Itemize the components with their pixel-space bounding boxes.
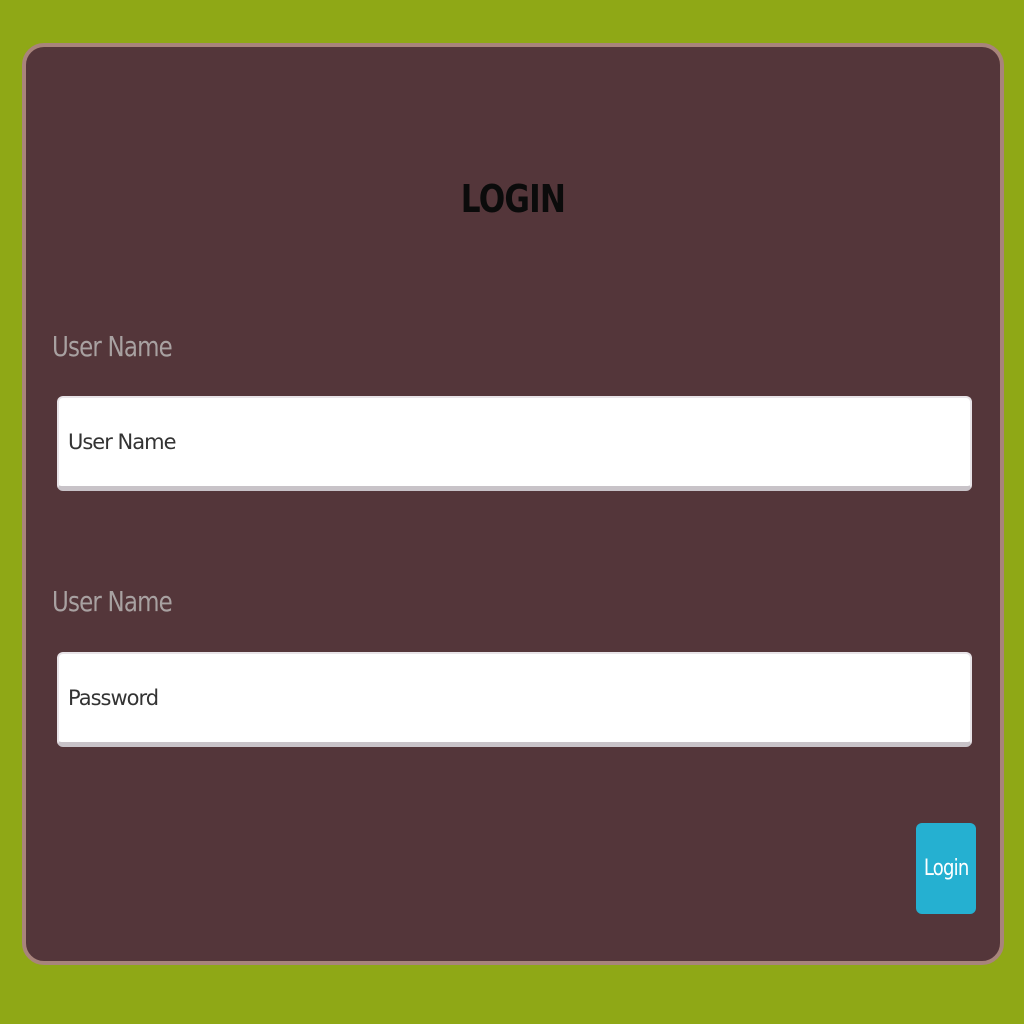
login-button-label: Login (923, 856, 969, 881)
password-input[interactable] (59, 654, 970, 742)
username-field-container (57, 396, 972, 491)
password-field-container (57, 652, 972, 747)
password-label: User Name (52, 585, 173, 618)
login-title: LOGIN (460, 177, 566, 221)
username-input[interactable] (59, 398, 970, 486)
login-button[interactable]: Login (916, 823, 976, 914)
login-card: LOGIN User Name User Name Login (22, 43, 1004, 965)
username-label: User Name (52, 330, 173, 363)
